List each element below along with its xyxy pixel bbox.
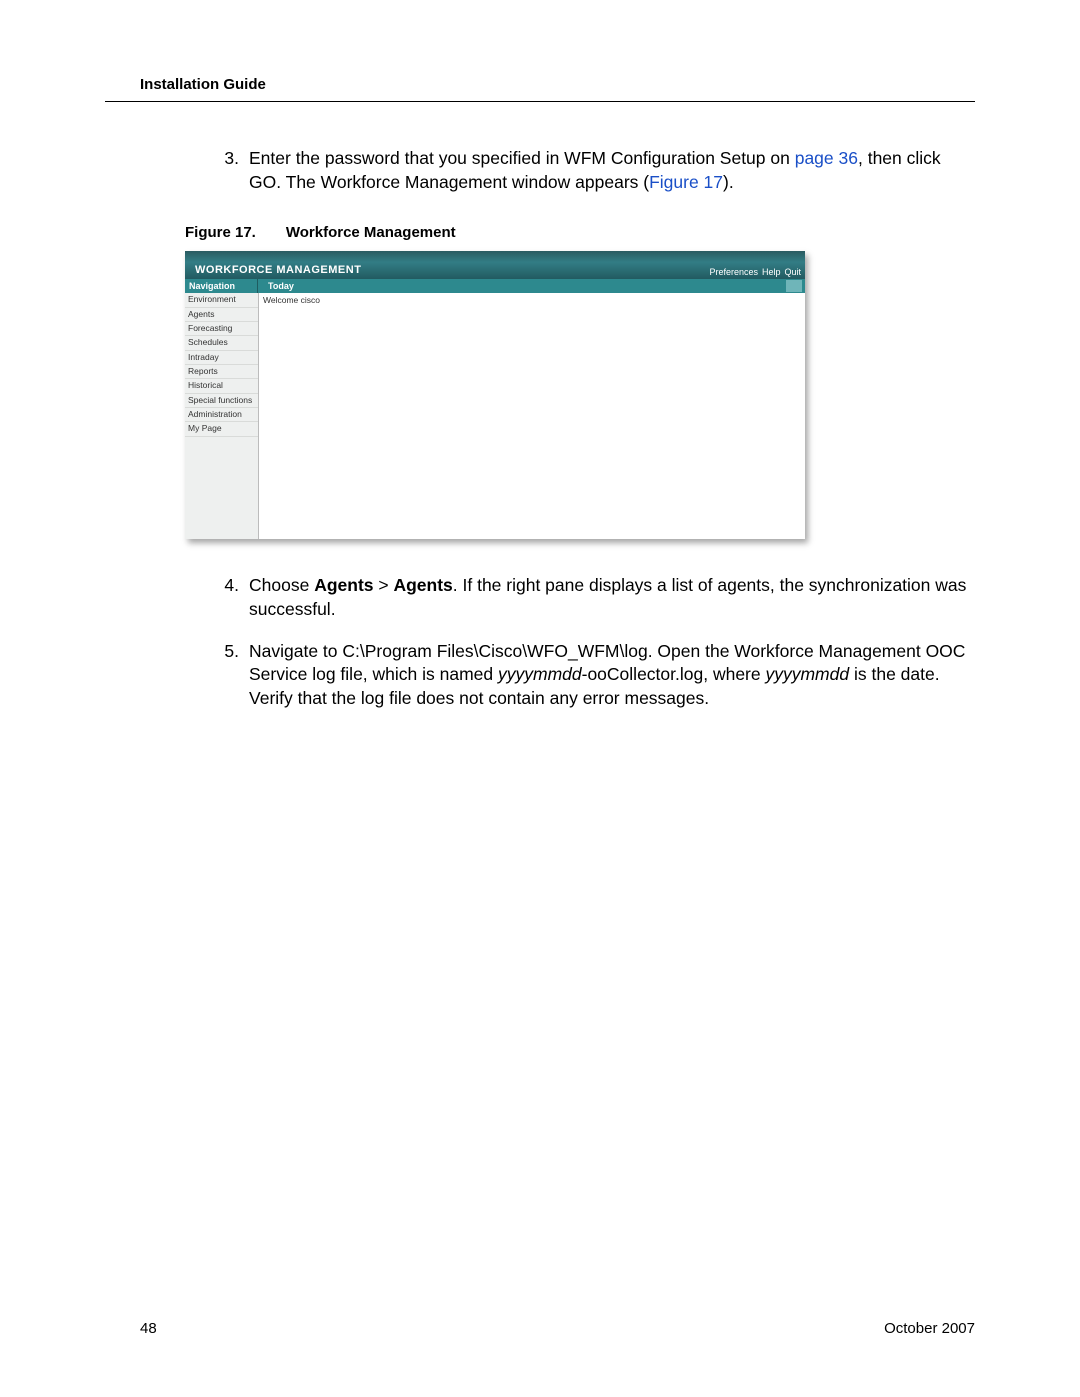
step-3: 3. Enter the password that you specified…	[215, 147, 975, 194]
step-4-number: 4.	[215, 574, 239, 621]
page-footer: 48 October 2007	[140, 1320, 975, 1337]
sidebar-item-agents[interactable]: Agents	[185, 308, 258, 322]
link-help[interactable]: Help	[762, 267, 781, 277]
header-rule	[105, 101, 975, 102]
step-3-text: Enter the password that you specified in…	[249, 147, 975, 194]
step-4: 4. Choose Agents > Agents. If the right …	[215, 574, 975, 621]
welcome-text: Welcome cisco	[263, 295, 320, 305]
sidebar-item-forecasting[interactable]: Forecasting	[185, 322, 258, 336]
sidebar-item-administration[interactable]: Administration	[185, 408, 258, 422]
step-4-text: Choose Agents > Agents. If the right pan…	[249, 574, 975, 621]
wfm-titlebar: WORKFORCE MANAGEMENT Preferences Help Qu…	[185, 251, 805, 279]
step-5-number: 5.	[215, 640, 239, 711]
wfm-subbar: Navigation Today	[185, 279, 805, 293]
wfm-content-pane: Welcome cisco	[259, 293, 805, 539]
sidebar-item-my-page[interactable]: My Page	[185, 422, 258, 436]
wfm-sidebar: Environment Agents Forecasting Schedules…	[185, 293, 259, 539]
sidebar-item-environment[interactable]: Environment	[185, 293, 258, 307]
sidebar-item-historical[interactable]: Historical	[185, 379, 258, 393]
wfm-top-links: Preferences Help Quit	[709, 267, 801, 279]
step-3-number: 3.	[215, 147, 239, 194]
nav-header: Navigation	[185, 279, 258, 293]
figure-17-caption: Figure 17.Workforce Management	[185, 224, 975, 241]
today-tab[interactable]: Today	[258, 279, 786, 293]
link-preferences[interactable]: Preferences	[709, 267, 758, 277]
sidebar-item-special-functions[interactable]: Special functions	[185, 394, 258, 408]
link-quit[interactable]: Quit	[784, 267, 801, 277]
step-5: 5. Navigate to C:\Program Files\Cisco\WF…	[215, 640, 975, 711]
page-number: 48	[140, 1320, 157, 1337]
sidebar-item-schedules[interactable]: Schedules	[185, 336, 258, 350]
sidebar-item-intraday[interactable]: Intraday	[185, 351, 258, 365]
doc-header-title: Installation Guide	[140, 76, 975, 93]
sidebar-item-reports[interactable]: Reports	[185, 365, 258, 379]
figure-17-screenshot: WORKFORCE MANAGEMENT Preferences Help Qu…	[185, 251, 805, 539]
link-figure-17[interactable]: Figure 17	[649, 172, 723, 192]
link-page-36[interactable]: page 36	[795, 148, 858, 168]
toolbar-icon[interactable]	[786, 280, 802, 292]
footer-date: October 2007	[884, 1320, 975, 1337]
step-5-text: Navigate to C:\Program Files\Cisco\WFO_W…	[249, 640, 975, 711]
wfm-title: WORKFORCE MANAGEMENT	[189, 264, 365, 279]
